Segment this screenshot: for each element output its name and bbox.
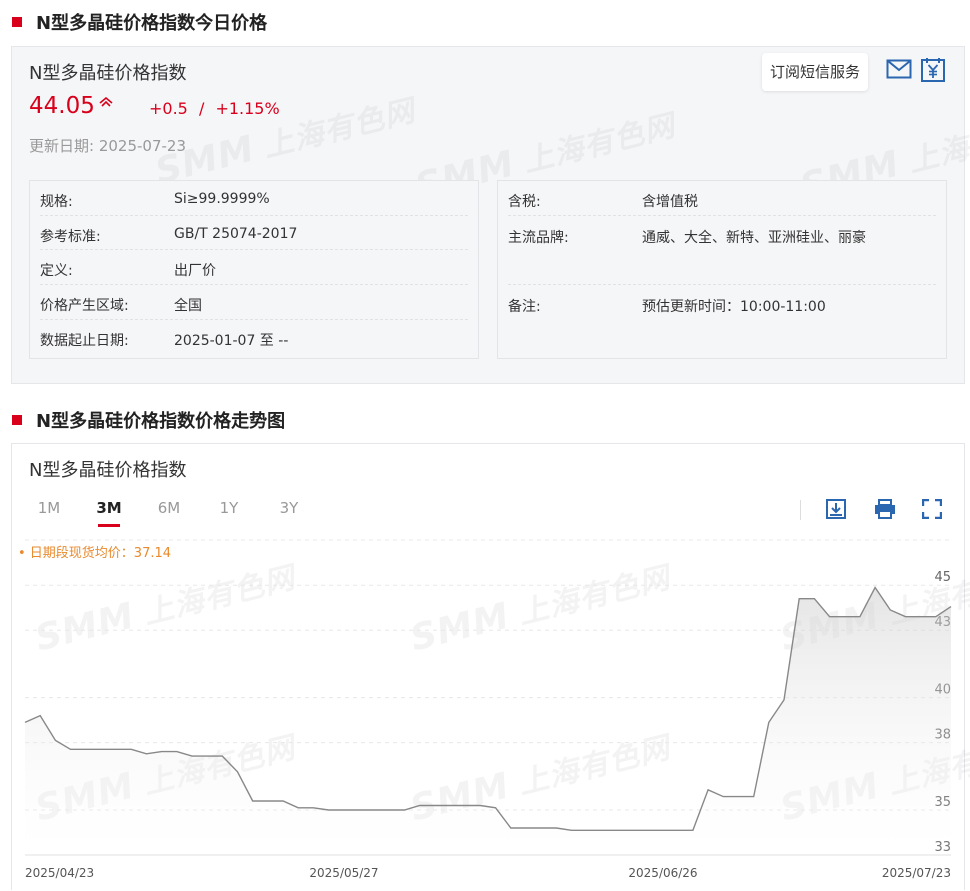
price-area [25,587,951,855]
section-marker [12,415,22,425]
spec-table-right: 含税: 含增值税 主流品牌: 通威、大全、新特、亚洲硅业、丽豪 备注: 预估更新… [497,180,947,359]
x-tick-label: 2025/05/27 [309,866,378,880]
change-value: +0.5 [149,99,188,118]
section-title: N型多晶硅价格指数今日价格 [36,13,268,34]
yuan-icon[interactable] [920,57,946,83]
spec-value: 通威、大全、新特、亚洲硅业、丽豪 [642,230,866,246]
spec-row: 参考标准: GB/T 25074-2017 [40,216,468,250]
spec-row: 价格产生区域: 全国 [40,285,468,320]
spec-row: 含税: 含增值税 [508,181,936,216]
update-date: 更新日期: 2025-07-23 [29,137,186,155]
spec-value: 2025-01-07 至 -- [174,333,289,349]
spec-row: 数据起止日期: 2025-01-07 至 -- [40,320,468,355]
product-name: N型多晶硅价格指数 [29,63,187,84]
mail-icon[interactable] [886,59,912,79]
spec-table-left: 规格: Si≥99.9999% 参考标准: GB/T 25074-2017 定义… [29,180,479,359]
spec-key: 定义: [40,263,73,279]
change-percent: +1.15% [215,99,280,118]
spec-value: 预估更新时间：10:00-11:00 [642,299,826,315]
spec-key: 规格: [40,194,73,210]
x-tick-label: 2025/07/23 [882,866,951,880]
x-tick-label: 2025/06/26 [628,866,697,880]
spec-row: 规格: Si≥99.9999% [40,181,468,216]
spec-row: 定义: 出厂价 [40,250,468,285]
up-arrow-icon [99,97,113,107]
spec-row: 主流品牌: 通威、大全、新特、亚洲硅业、丽豪 [508,216,936,285]
section-marker [12,17,22,27]
section-header-trend: N型多晶硅价格指数价格走势图 [12,408,285,432]
spec-key: 备注: [508,299,541,315]
spec-row: 备注: 预估更新时间：10:00-11:00 [508,285,936,320]
section-header-today: N型多晶硅价格指数今日价格 [12,10,267,34]
section-title: N型多晶硅价格指数价格走势图 [36,411,286,432]
spec-key: 价格产生区域: [40,298,129,314]
price-chart: 3335384043452025/04/232025/05/272025/06/… [24,539,952,880]
x-tick-label: 2025/04/23 [25,866,94,880]
spec-value: 出厂价 [174,263,216,279]
spec-value: GB/T 25074-2017 [174,226,298,242]
spec-value: 全国 [174,298,202,314]
y-tick-label: 45 [934,570,951,585]
current-price: 44.05 [29,93,95,119]
price-panel: SMM上海有色网 SMM上海有色网 SMM上海有色网 N型多晶硅价格指数 44.… [11,46,970,384]
chart-panel: N型多晶硅价格指数 1M 3M 6M 1Y 3Y • 日期段现货均价：37.14… [11,443,970,890]
spec-value: 含增值税 [642,194,698,210]
spec-key: 数据起止日期: [40,333,129,349]
spec-key: 含税: [508,194,541,210]
spec-key: 主流品牌: [508,230,569,246]
change-separator: / [198,99,205,118]
spec-value: Si≥99.9999% [174,191,270,207]
subscribe-sms-button[interactable]: 订阅短信服务 [762,53,869,91]
spec-key: 参考标准: [40,229,101,245]
price-change: +0.5 / +1.15% [149,99,280,118]
